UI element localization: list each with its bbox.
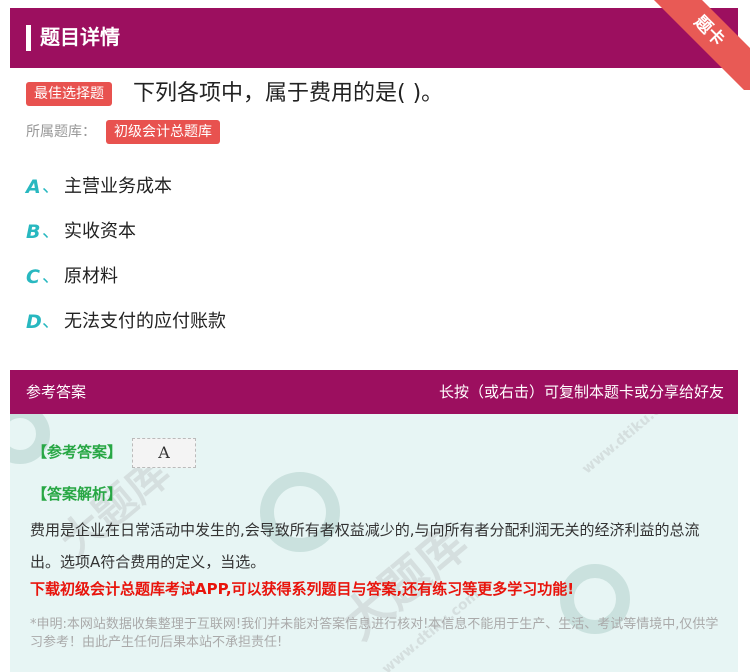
option-letter: A — [26, 176, 41, 198]
option-text: 实收资本 — [64, 221, 136, 242]
header-accent-bar — [26, 25, 31, 51]
option-text: 无法支付的应付账款 — [64, 311, 226, 332]
question-type-badge: 最佳选择题 — [26, 82, 112, 106]
bank-label: 所属题库： — [26, 124, 96, 140]
answer-body: 大题库 大题库 www.dtiku.com www.dtiku.com 【参考答… — [10, 414, 738, 672]
copy-share-hint[interactable]: 长按（或右击）可复制本题卡或分享给好友 — [439, 381, 724, 403]
explanation-label: 【答案解析】 — [32, 485, 123, 503]
option-letter: B — [26, 221, 41, 243]
option-letter: D — [26, 311, 42, 333]
option-text: 主营业务成本 — [64, 176, 172, 197]
option-separator: 、 — [42, 221, 60, 242]
option-text: 原材料 — [64, 266, 118, 287]
answer-header-title: 参考答案 — [26, 383, 87, 401]
reference-answer-label: 【参考答案】 — [32, 443, 123, 461]
option-separator: 、 — [42, 266, 60, 287]
option-separator: 、 — [42, 176, 60, 197]
page-title: 题目详情 — [40, 25, 120, 49]
watermark-site: www.dtiku.com — [579, 414, 683, 478]
app-download-promo[interactable]: 下载初级会计总题库考试APP,可以获得系列题目与答案,还有练习等更多学习功能! — [30, 578, 730, 600]
disclaimer-text: *申明:本网站数据收集整理于互联网!我们并未能对答案信息进行核对!本信息不能用于… — [30, 617, 719, 650]
question-text: 下列各项中，属于费用的是( )。 — [133, 81, 444, 106]
option-letter: C — [26, 266, 40, 288]
answer-header: 参考答案 长按（或右击）可复制本题卡或分享给好友 — [10, 370, 738, 414]
ribbon-label: 题卡 — [650, 0, 750, 90]
option-separator: 、 — [42, 311, 60, 332]
corner-ribbon: 题卡 — [650, 0, 750, 90]
page-header: 题目详情 — [10, 8, 738, 68]
bank-tag[interactable]: 初级会计总题库 — [106, 120, 220, 144]
reference-answer-value: A — [132, 438, 196, 468]
explanation-text: 费用是企业在日常活动中发生的,会导致所有者权益减少的,与向所有者分配利润无关的经… — [30, 521, 700, 571]
